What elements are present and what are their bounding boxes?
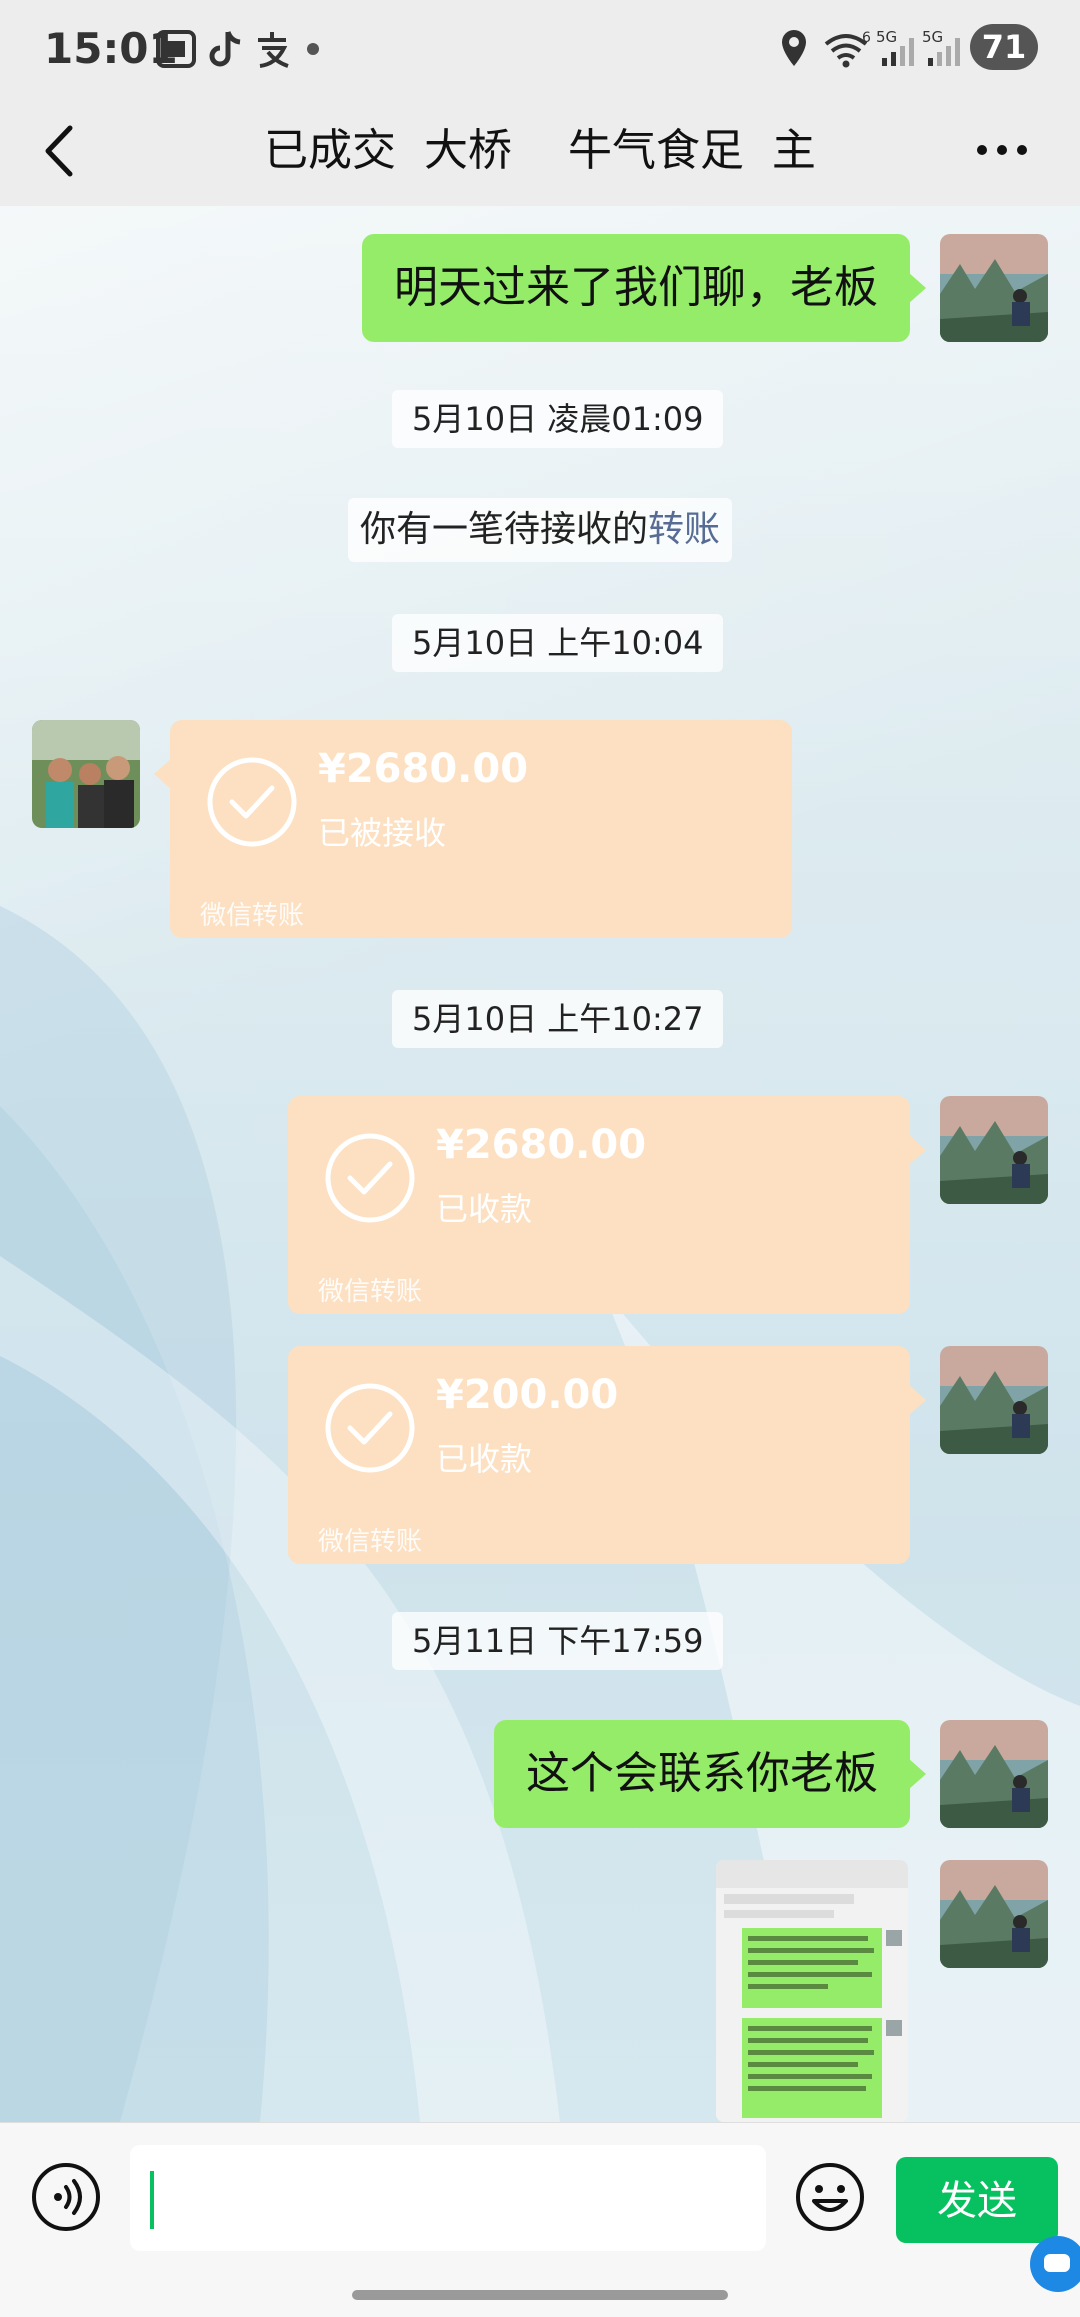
signal-1-label: 5G (876, 28, 897, 46)
home-indicator[interactable] (352, 2290, 728, 2300)
message-text: 这个会联系你老板 (526, 1748, 878, 1799)
wifi-label: 6 (862, 30, 871, 46)
self-avatar[interactable] (940, 1860, 1048, 1968)
check-circle-icon (207, 757, 297, 847)
signal-2-label: 5G (922, 28, 943, 46)
signal-5g-icon: 5G (922, 28, 960, 66)
timestamp: 5月10日 上午10:27 (392, 990, 724, 1048)
contact-avatar[interactable] (32, 720, 140, 828)
chat-title: 已成交 大桥 牛气食足 主 (264, 125, 816, 176)
transfer-card[interactable]: ¥2680.00 已被接收 微信转账 (154, 720, 792, 938)
wifi-icon: 6 (824, 30, 871, 68)
screenshot-icon (156, 30, 196, 68)
check-circle-icon (325, 1133, 415, 1223)
chat-header: 已成交 大桥 牛气食足 主 (0, 96, 1080, 207)
transfer-brand: 微信转账 (318, 1527, 423, 1557)
transfer-card[interactable]: ¥200.00 已收款 微信转账 (288, 1346, 926, 1564)
self-avatar[interactable] (940, 234, 1048, 342)
self-avatar[interactable] (940, 1346, 1048, 1454)
bubble-tail (908, 1384, 926, 1416)
chat-history[interactable]: 明天过来了我们聊，老板 5月10日 凌晨01:09 你有一笔待接收的转账 5月1… (0, 206, 1080, 2122)
voice-icon[interactable] (30, 2161, 102, 2233)
system-message-text: 你有一笔待接收的 (360, 509, 649, 550)
battery-indicator: 71 (970, 24, 1038, 70)
transfer-card[interactable]: ¥2680.00 已收款 微信转账 (288, 1096, 926, 1314)
message-bubble-self[interactable]: 明天过来了我们聊，老板 (362, 234, 926, 342)
timestamp: 5月10日 上午10:04 (392, 614, 724, 672)
emoji-icon[interactable] (794, 2161, 866, 2233)
transfer-brand: 微信转账 (200, 901, 305, 931)
message-input[interactable] (130, 2145, 766, 2251)
transfer-amount: ¥2680.00 (318, 746, 529, 792)
text-caret (150, 2171, 154, 2229)
screenshot-thumbnail (716, 1860, 908, 2122)
message-text: 明天过来了我们聊，老板 (394, 262, 878, 313)
system-message: 你有一笔待接收的转账 (348, 498, 733, 562)
image-message[interactable] (716, 1860, 908, 2122)
alipay-icon (258, 32, 289, 68)
status-bar: 15:01 6 5G 5G 71 (0, 0, 1080, 96)
floating-chat-icon[interactable] (1030, 2236, 1080, 2292)
chevron-left-icon[interactable] (36, 118, 86, 184)
transfer-brand: 微信转账 (318, 1277, 423, 1307)
bubble-tail (154, 758, 172, 790)
location-icon (782, 30, 806, 66)
check-circle-icon (325, 1383, 415, 1473)
signal-5g-icon: 5G (876, 28, 914, 66)
bubble-tail (908, 1758, 926, 1790)
self-avatar[interactable] (940, 1720, 1048, 1828)
bubble-tail (908, 272, 926, 304)
tiktok-icon (209, 31, 241, 67)
bubble-tail (908, 1134, 926, 1166)
send-button[interactable]: 发送 (896, 2157, 1058, 2243)
transfer-amount: ¥200.00 (436, 1372, 619, 1418)
self-avatar[interactable] (940, 1096, 1048, 1204)
timestamp: 5月11日 下午17:59 (392, 1612, 724, 1670)
dot-icon (307, 43, 319, 55)
input-bar: 发送 (0, 2122, 1080, 2317)
transfer-status: 已被接收 (318, 814, 447, 852)
timestamp: 5月10日 凌晨01:09 (392, 390, 724, 448)
transfer-status: 已收款 (436, 1440, 533, 1478)
message-bubble-self[interactable]: 这个会联系你老板 (494, 1720, 926, 1828)
transfer-link[interactable]: 转账 (648, 509, 720, 550)
transfer-amount: ¥2680.00 (436, 1122, 647, 1168)
more-dots-icon[interactable] (974, 130, 1030, 170)
transfer-status: 已收款 (436, 1190, 533, 1228)
